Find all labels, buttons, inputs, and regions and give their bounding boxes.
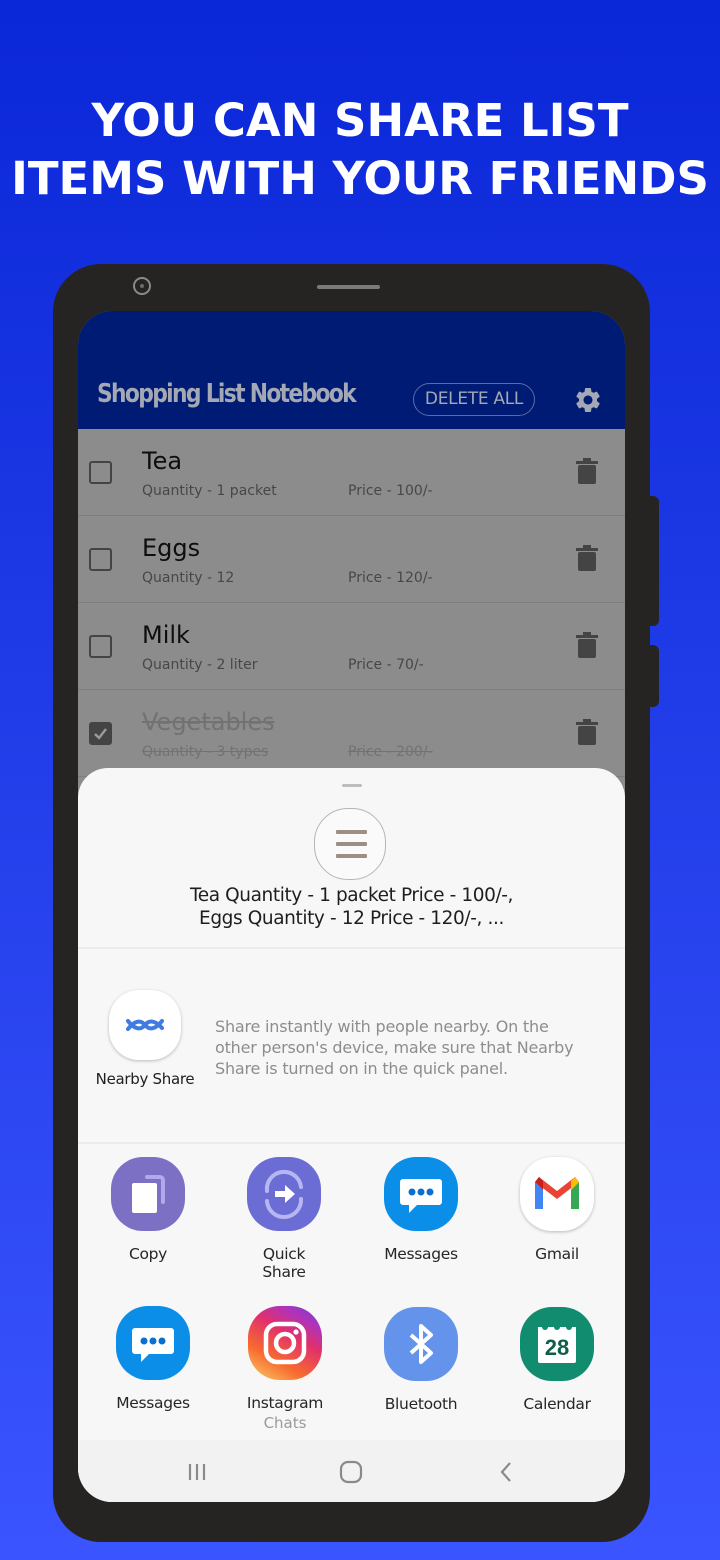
item-price: Price - 100/- <box>348 483 433 499</box>
divider <box>78 1142 625 1144</box>
phone-volume-button <box>648 496 659 626</box>
phone-screen: Shopping List Notebook DELETE ALL Tea Qu… <box>78 311 625 1502</box>
app-label: Bluetooth <box>384 1395 458 1413</box>
item-quantity: Quantity - 2 liter <box>142 657 258 673</box>
item-checkbox[interactable] <box>89 548 112 571</box>
app-sublabel: Chats <box>263 1414 307 1432</box>
share-preview-text: Tea Quantity - 1 packet Price - 100/-, E… <box>78 884 625 930</box>
preview-line-1: Tea Quantity - 1 packet Price - 100/-, <box>189 885 514 906</box>
bluetooth-icon <box>384 1307 458 1381</box>
gmail-icon <box>520 1157 594 1231</box>
phone-speaker <box>317 285 380 289</box>
headline-line-2: ITEMS WITH YOUR FRIENDS <box>11 152 709 205</box>
item-name: Milk <box>142 621 190 649</box>
nearby-share-description: Share instantly with people nearby. On t… <box>215 1017 574 1078</box>
delete-all-button[interactable]: DELETE ALL <box>413 383 535 416</box>
item-name: Vegetables <box>142 708 275 736</box>
app-label: Copy <box>128 1245 168 1263</box>
quick-share-icon <box>247 1157 321 1231</box>
trash-icon[interactable] <box>576 632 598 658</box>
share-sheet: Tea Quantity - 1 packet Price - 100/-, E… <box>78 768 625 1502</box>
trash-icon[interactable] <box>576 458 598 484</box>
copy-icon <box>111 1157 185 1231</box>
item-quantity: Quantity - 12 <box>142 570 235 586</box>
text-lines-icon <box>314 808 386 880</box>
sheet-drag-handle[interactable] <box>342 784 362 787</box>
back-icon[interactable] <box>492 1458 520 1486</box>
share-target-quick-share[interactable]: Quick Share <box>216 1157 352 1281</box>
instagram-icon <box>248 1306 322 1380</box>
gear-icon[interactable] <box>573 385 603 415</box>
list-item[interactable]: Milk Quantity - 2 liter Price - 70/- <box>78 603 625 690</box>
item-name: Tea <box>142 447 183 475</box>
item-name: Eggs <box>142 534 201 562</box>
trash-icon[interactable] <box>576 545 598 571</box>
promo-headline: YOU CAN SHARE LIST ITEMS WITH YOUR FRIEN… <box>0 92 720 208</box>
app-label: Messages <box>384 1245 458 1263</box>
item-price: Price - 120/- <box>348 570 433 586</box>
app-label: Instagram <box>246 1394 324 1412</box>
check-icon <box>94 728 107 740</box>
share-target-messages[interactable]: Messages <box>353 1157 489 1263</box>
app-label: Messages <box>116 1394 190 1412</box>
home-icon[interactable] <box>337 1458 365 1486</box>
app-label: Calendar <box>523 1395 591 1413</box>
item-quantity: Quantity - 3 types <box>142 744 269 760</box>
share-target-messages-2[interactable]: Messages <box>85 1306 221 1412</box>
phone-power-button <box>648 645 659 707</box>
share-target-calendar[interactable]: 28 Calendar <box>489 1307 625 1413</box>
app-title: Shopping List Notebook <box>97 379 357 409</box>
nearby-share-label: Nearby Share <box>95 1070 195 1088</box>
list-item[interactable]: Tea Quantity - 1 packet Price - 100/- <box>78 429 625 516</box>
item-quantity: Quantity - 1 packet <box>142 483 277 499</box>
item-checkbox[interactable] <box>89 635 112 658</box>
messages-icon <box>116 1306 190 1380</box>
app-label: Gmail <box>535 1245 579 1263</box>
item-price: Price - 200/- <box>348 744 433 760</box>
shopping-list: Tea Quantity - 1 packet Price - 100/- Eg… <box>78 429 625 777</box>
item-checkbox-checked[interactable] <box>89 722 112 745</box>
item-checkbox[interactable] <box>89 461 112 484</box>
share-target-bluetooth[interactable]: Bluetooth <box>353 1307 489 1413</box>
headline-line-1: YOU CAN SHARE LIST <box>91 94 629 147</box>
share-target-copy[interactable]: Copy <box>80 1157 216 1263</box>
front-camera-icon <box>133 277 151 295</box>
item-price: Price - 70/- <box>348 657 424 673</box>
divider <box>78 947 625 949</box>
system-nav-bar <box>78 1440 625 1502</box>
recents-icon[interactable] <box>183 1458 211 1486</box>
share-target-gmail[interactable]: Gmail <box>489 1157 625 1263</box>
calendar-day: 28 <box>545 1335 569 1360</box>
list-item-completed[interactable]: Vegetables Quantity - 3 types Price - 20… <box>78 690 625 777</box>
nearby-share-button[interactable] <box>109 990 181 1060</box>
trash-icon[interactable] <box>576 719 598 745</box>
preview-line-2: Eggs Quantity - 12 Price - 120/-, ... <box>199 908 504 929</box>
list-item[interactable]: Eggs Quantity - 12 Price - 120/- <box>78 516 625 603</box>
messages-icon <box>384 1157 458 1231</box>
calendar-icon: 28 <box>520 1307 594 1381</box>
app-bar: Shopping List Notebook DELETE ALL <box>78 311 625 429</box>
share-target-instagram[interactable]: Instagram Chats <box>217 1306 353 1434</box>
app-label: Quick Share <box>262 1245 306 1281</box>
nearby-share-icon <box>126 1019 164 1031</box>
